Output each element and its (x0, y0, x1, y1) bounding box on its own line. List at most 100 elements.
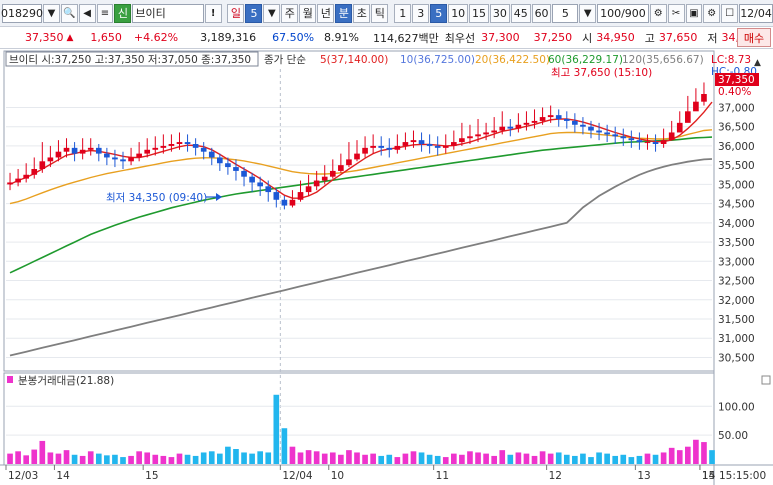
time-tick-label: 12/03 (8, 470, 38, 482)
ask-price: 37,300 (481, 31, 520, 44)
volume-bar (217, 453, 223, 464)
volume-bar (192, 455, 199, 464)
candle-body (475, 134, 481, 137)
candle-body (410, 140, 417, 143)
volume-panel-close-icon[interactable] (761, 375, 771, 385)
price-tick-label: 31,500 (718, 314, 755, 326)
current-price: 37,350 (25, 31, 64, 44)
interval-button-45[interactable]: 45 (510, 3, 531, 23)
price-axis-close-icon[interactable]: ▲ (754, 58, 761, 68)
price-chart[interactable]: 30,500 31,000 31,500 32,000 32,500 33,000 33,5… (0, 49, 773, 485)
volume-bar (63, 450, 70, 464)
trade-amount: 114,627백만 (372, 31, 439, 45)
candle-body (442, 145, 449, 148)
interval-button-15[interactable]: 15 (469, 3, 489, 23)
interval-button-30[interactable]: 30 (489, 3, 510, 23)
volume-bar (265, 452, 272, 464)
candle-body (200, 147, 207, 152)
buy-button[interactable]: 매수 (737, 28, 771, 47)
candle-body (628, 138, 635, 141)
period-button-week[interactable]: 주 (281, 3, 299, 23)
period-button-day[interactable]: 일 (227, 3, 245, 23)
period-dropdown-icon[interactable]: ▼ (263, 3, 281, 23)
interval-input[interactable]: 5 (552, 3, 579, 23)
interval-button-3[interactable]: 3 (412, 3, 430, 23)
volume-bar (79, 455, 86, 464)
volume-bar (434, 455, 441, 464)
time-tick-label: 14 (56, 470, 70, 482)
volume-bar (612, 455, 619, 464)
volume-bar (394, 457, 401, 464)
candle-body (491, 130, 497, 133)
candle-body (257, 182, 263, 187)
volume-bar (555, 452, 562, 464)
priority-label: 최우선 (444, 31, 476, 45)
ohlc-legend: 브이티 시:37,250 고:37,350 저:37,050 종:37,350 (9, 54, 251, 66)
candle-body (523, 122, 530, 125)
interval-button-1[interactable]: 1 (394, 3, 412, 23)
period-count-5[interactable]: 5 (245, 3, 263, 23)
volume-bar (410, 451, 417, 464)
sound-icon[interactable]: ◀ (78, 3, 96, 23)
chart-settings-icon[interactable]: ⚙ (649, 3, 667, 23)
search-icon[interactable]: 🔍 (60, 3, 78, 23)
volume-bar (709, 450, 715, 464)
interval-button-5[interactable]: 5 (430, 3, 448, 23)
period-button-tick[interactable]: 틱 (371, 3, 389, 23)
menu-icon[interactable]: ≡ (96, 3, 114, 23)
ma-type-label: 종가 단순 (264, 54, 306, 66)
candle-body (144, 149, 151, 154)
interval-button-10[interactable]: 10 (448, 3, 469, 23)
candle-body (386, 147, 393, 150)
candle-body (668, 132, 675, 141)
volume-bar (644, 453, 651, 464)
candle-body (87, 147, 94, 150)
period-button-minute[interactable]: 분 (335, 3, 353, 23)
candle-body (241, 170, 247, 177)
trade-volume: 3,189,316 (200, 31, 257, 44)
alert-icon[interactable]: ! (204, 3, 222, 23)
candle-body (531, 120, 538, 123)
volume-bar (329, 452, 336, 464)
interval-dropdown-icon[interactable]: ▼ (579, 3, 597, 23)
period-button-month[interactable]: 월 (299, 3, 317, 23)
low-annotation: 최저 34,350 (09:40) (106, 192, 207, 204)
volume-bar (362, 454, 368, 464)
candle-body (685, 111, 691, 123)
volume-bar (225, 446, 231, 464)
count-input[interactable]: 100/900 (597, 3, 649, 23)
volume-bar (7, 453, 13, 464)
volume-bar (418, 452, 425, 464)
price-change-pct: +4.62% (133, 31, 179, 44)
save-icon[interactable]: ▣ (685, 3, 703, 23)
volume-bar (23, 455, 29, 464)
volume-bar (547, 453, 554, 464)
candle-body (104, 153, 110, 158)
date-input[interactable]: 12/04 (739, 3, 773, 23)
volume-bar (523, 453, 530, 464)
ma60-legend: 60(36,229.17) (548, 54, 623, 66)
scissors-icon[interactable]: ✂ (667, 3, 685, 23)
gear-icon[interactable]: ⚙ (703, 3, 721, 23)
volume-bar (321, 453, 328, 464)
volume-bar (15, 451, 21, 464)
up-arrow-icon: ▲ (66, 32, 74, 43)
volume-bar (55, 453, 62, 464)
candle-body (370, 145, 376, 148)
volume-bar (168, 457, 175, 464)
volume-bar (241, 452, 247, 464)
volume-bar (701, 442, 707, 464)
volume-bar (572, 455, 578, 464)
calendar-checkbox[interactable]: ☐ (721, 3, 739, 23)
stock-name-field[interactable]: 브이티 (132, 3, 204, 23)
volume-bar (491, 455, 497, 464)
stock-code-input[interactable]: 018290 (1, 3, 43, 23)
period-button-year[interactable]: 년 (317, 3, 335, 23)
interval-button-60[interactable]: 60 (531, 3, 552, 23)
period-button-second[interactable]: 초 (353, 3, 371, 23)
volume-bar (580, 453, 586, 464)
code-dropdown-icon[interactable]: ▼ (43, 3, 60, 23)
volume-bar (120, 457, 126, 464)
candle-body (402, 142, 409, 146)
volume-bar (507, 454, 514, 464)
